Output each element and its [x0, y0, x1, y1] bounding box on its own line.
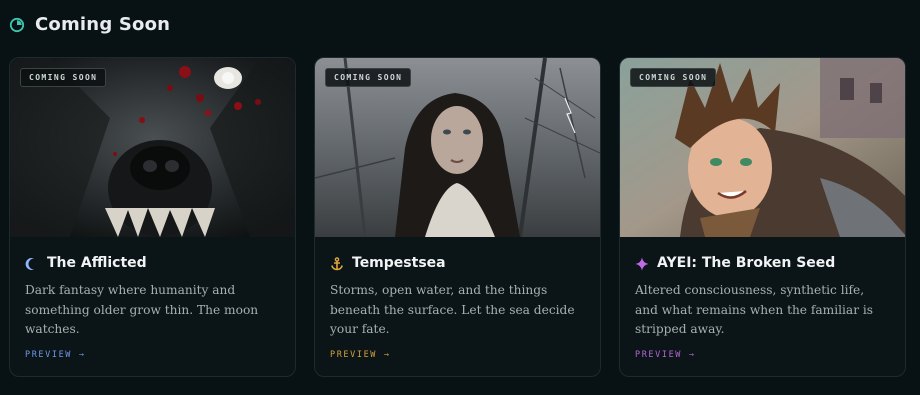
coming-soon-badge: COMING SOON — [20, 68, 107, 87]
card-title: The Afflicted — [47, 255, 147, 271]
section-header: Coming Soon — [9, 14, 170, 35]
card-title: AYEI: The Broken Seed — [657, 255, 836, 271]
coming-soon-badge: COMING SOON — [630, 68, 717, 87]
anime-hero-portrait: COMING SOON — [620, 58, 905, 237]
werewolf-portrait: COMING SOON — [10, 58, 295, 237]
section-title: Coming Soon — [35, 14, 171, 35]
storm-ship-portrait: COMING SOON — [315, 58, 600, 237]
card-title: Tempestsea — [352, 255, 446, 271]
preview-link[interactable]: PREVIEW → — [330, 350, 390, 360]
preview-link[interactable]: PREVIEW → — [25, 350, 85, 360]
clock-icon — [9, 17, 25, 33]
game-card-afflicted[interactable]: COMING SOON The Afflicted Dark fantasy w… — [9, 57, 296, 377]
card-description: Altered consciousness, synthetic life, a… — [635, 283, 874, 336]
game-card-ayei[interactable]: COMING SOON AYEI: The Broken Seed Altere… — [619, 57, 906, 377]
card-grid: COMING SOON The Afflicted Dark fantasy w… — [9, 57, 909, 377]
preview-link[interactable]: PREVIEW → — [635, 350, 695, 360]
card-description: Dark fantasy where humanity and somethin… — [25, 283, 259, 336]
game-card-tempestsea[interactable]: COMING SOON Tempestsea Storms, open wate… — [314, 57, 601, 377]
crescent-moon-icon — [25, 256, 39, 270]
card-description: Storms, open water, and the things benea… — [330, 283, 575, 336]
anchor-icon — [330, 256, 344, 271]
sparkle-icon — [635, 256, 649, 271]
coming-soon-badge: COMING SOON — [325, 68, 412, 87]
